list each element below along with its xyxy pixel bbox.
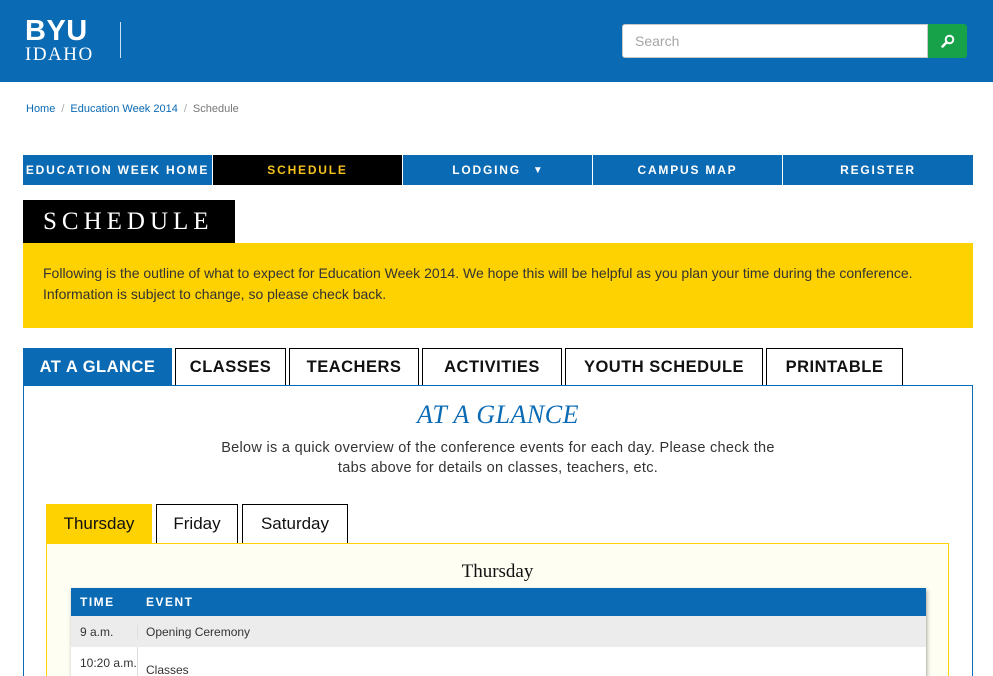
search-icon bbox=[940, 34, 954, 48]
day-tabs: Thursday Friday Saturday bbox=[46, 504, 352, 543]
nav-register[interactable]: REGISTER bbox=[783, 155, 973, 185]
site-header: BYU IDAHO bbox=[0, 0, 993, 82]
nav-schedule[interactable]: SCHEDULE bbox=[213, 155, 403, 185]
byu-idaho-logo[interactable]: BYU IDAHO bbox=[25, 17, 94, 65]
tab-youth-schedule[interactable]: YOUTH SCHEDULE bbox=[565, 348, 763, 386]
at-a-glance-panel: AT A GLANCE Below is a quick overview of… bbox=[23, 385, 973, 676]
tab-teachers[interactable]: TEACHERS bbox=[289, 348, 419, 386]
cell-event: Classes bbox=[146, 663, 189, 676]
nav-label: SCHEDULE bbox=[267, 163, 348, 177]
breadcrumb-separator: / bbox=[183, 103, 187, 115]
cell-time: 9 a.m. bbox=[71, 624, 138, 639]
breadcrumb-home[interactable]: Home bbox=[26, 103, 55, 115]
search-input[interactable] bbox=[622, 24, 928, 58]
main-nav: EDUCATION WEEK HOME SCHEDULE LODGING ▼ CA… bbox=[23, 155, 973, 185]
logo-divider bbox=[120, 22, 121, 58]
intro-banner: Following is the outline of what to expe… bbox=[23, 243, 973, 328]
nav-label: CAMPUS MAP bbox=[637, 163, 738, 177]
day-tab-thursday[interactable]: Thursday bbox=[46, 504, 152, 543]
nav-education-week-home[interactable]: EDUCATION WEEK HOME bbox=[23, 155, 213, 185]
nav-lodging[interactable]: LODGING ▼ bbox=[403, 155, 593, 185]
cell-time: 10:20 a.m. bbox=[71, 647, 138, 676]
caret-down-icon: ▼ bbox=[532, 164, 543, 176]
breadcrumb-separator: / bbox=[61, 103, 65, 115]
panel-description: Below is a quick overview of the confere… bbox=[221, 440, 775, 476]
breadcrumb-education-week[interactable]: Education Week 2014 bbox=[70, 103, 177, 115]
search-button[interactable] bbox=[928, 24, 967, 58]
day-tab-friday[interactable]: Friday bbox=[156, 504, 238, 543]
nav-label: REGISTER bbox=[840, 163, 916, 177]
cell-event: Opening Ceremony bbox=[146, 624, 251, 639]
schedule-tabs: AT A GLANCE CLASSES TEACHERS ACTIVITIES … bbox=[23, 348, 906, 386]
schedule-table: TIME EVENT 9 a.m. Opening Ceremony 10:20… bbox=[71, 588, 926, 676]
tab-classes[interactable]: CLASSES bbox=[175, 348, 286, 386]
nav-label: EDUCATION WEEK HOME bbox=[25, 163, 210, 177]
breadcrumb-current: Schedule bbox=[192, 103, 239, 115]
logo-byu-text: BYU bbox=[25, 15, 88, 47]
day-tab-saturday[interactable]: Saturday bbox=[242, 504, 348, 543]
intro-text: Following is the outline of what to expe… bbox=[43, 265, 913, 302]
tab-at-a-glance[interactable]: AT A GLANCE bbox=[23, 348, 172, 386]
column-header-event: EVENT bbox=[146, 595, 194, 609]
table-row: 10:20 a.m. Classes bbox=[71, 647, 926, 676]
day-heading: Thursday bbox=[461, 561, 534, 582]
day-panel: Thursday TIME EVENT 9 a.m. Opening Cerem… bbox=[46, 543, 949, 676]
nav-campus-map[interactable]: CAMPUS MAP bbox=[593, 155, 783, 185]
page-title: SCHEDULE bbox=[23, 200, 235, 243]
logo-idaho-text: IDAHO bbox=[25, 44, 94, 65]
panel-title: AT A GLANCE bbox=[416, 400, 580, 429]
tab-activities[interactable]: ACTIVITIES bbox=[422, 348, 562, 386]
table-header: TIME EVENT bbox=[71, 588, 926, 616]
tab-printable[interactable]: PRINTABLE bbox=[766, 348, 903, 386]
table-row: 9 a.m. Opening Ceremony bbox=[71, 616, 926, 647]
nav-label: LODGING bbox=[452, 163, 521, 177]
breadcrumb: Home / Education Week 2014 / Schedule bbox=[26, 103, 239, 115]
column-header-time: TIME bbox=[80, 595, 115, 609]
